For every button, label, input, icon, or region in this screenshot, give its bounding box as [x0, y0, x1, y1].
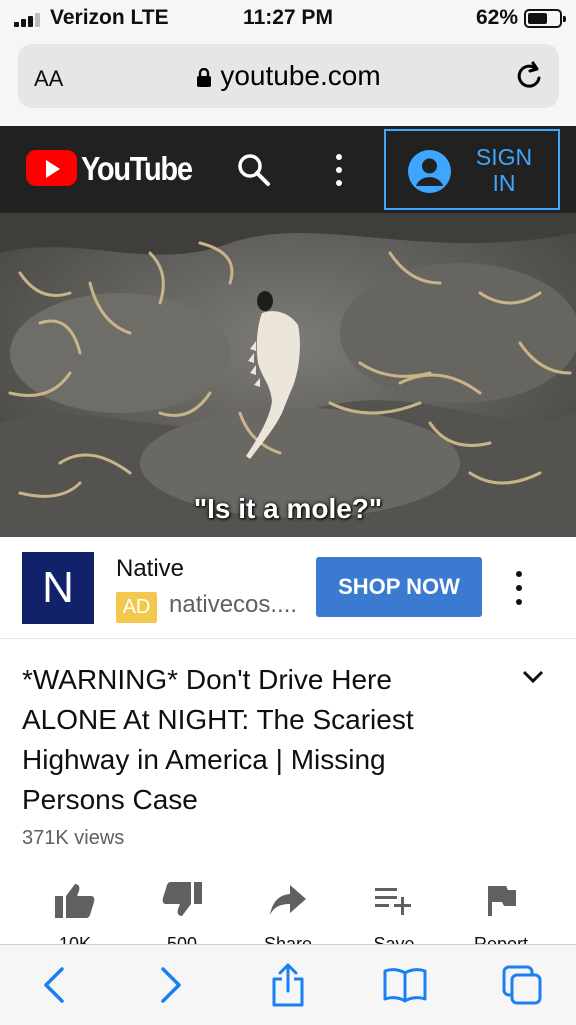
address-bar[interactable]: AA youtube.com: [18, 44, 559, 108]
search-button[interactable]: [236, 152, 272, 193]
view-count: 371K views: [22, 827, 125, 849]
ad-banner[interactable]: N Native AD nativecos.... SHOP NOW: [0, 537, 576, 639]
chevron-down-icon: [522, 670, 544, 684]
video-caption: "Is it a mole?": [193, 493, 383, 524]
youtube-wordmark: YouTube: [81, 150, 193, 187]
more-options-icon[interactable]: [334, 152, 344, 188]
youtube-logo[interactable]: YouTube: [0, 126, 200, 213]
battery-icon: [524, 9, 566, 28]
advertiser-name[interactable]: Native: [116, 555, 184, 583]
reload-button[interactable]: [515, 60, 545, 97]
advertiser-url: nativecos....: [169, 591, 298, 618]
share-icon: [272, 963, 304, 1007]
bookmarks-button[interactable]: [381, 963, 429, 1007]
bookmarks-icon: [383, 968, 427, 1003]
video-player[interactable]: "Is it a mole?": [0, 213, 576, 537]
sign-in-button[interactable]: SIGN IN: [384, 129, 560, 210]
url-field[interactable]: youtube.com: [18, 60, 559, 92]
forward-button[interactable]: [147, 963, 195, 1007]
back-button[interactable]: [30, 963, 78, 1007]
account-icon: [408, 150, 451, 193]
url-text: youtube.com: [220, 60, 381, 91]
lock-icon: [197, 67, 212, 87]
video-title: *WARNING* Don't Drive Here ALONE At NIGH…: [22, 664, 414, 815]
status-bar: Verizon LTE 11:27 PM 62%: [0, 0, 576, 36]
playlist-add-icon: [375, 888, 411, 915]
share-page-button[interactable]: [264, 963, 312, 1007]
flag-icon: [488, 886, 516, 916]
forward-icon: [161, 967, 181, 1003]
ad-badge: AD: [116, 592, 157, 623]
reload-icon: [517, 61, 541, 88]
shop-now-button[interactable]: SHOP NOW: [316, 557, 482, 617]
browser-chrome: AA youtube.com: [0, 36, 576, 126]
browser-toolbar: [0, 944, 576, 1025]
play-triangle-icon: [46, 160, 60, 178]
video-frame: [0, 213, 576, 537]
expand-description-button[interactable]: [520, 668, 546, 691]
thumbs-up-icon: [55, 884, 95, 918]
share-arrow-icon: [270, 885, 306, 915]
thumbs-down-icon: [162, 882, 202, 916]
advertiser-logo[interactable]: N: [22, 552, 94, 624]
search-icon: [238, 154, 270, 186]
back-icon: [44, 967, 64, 1003]
battery-percent: 62%: [475, 6, 518, 29]
tabs-button[interactable]: [498, 963, 546, 1007]
sign-in-label: SIGN IN: [475, 144, 533, 196]
tabs-icon: [502, 965, 542, 1005]
ad-more-options-icon[interactable]: [514, 571, 524, 605]
